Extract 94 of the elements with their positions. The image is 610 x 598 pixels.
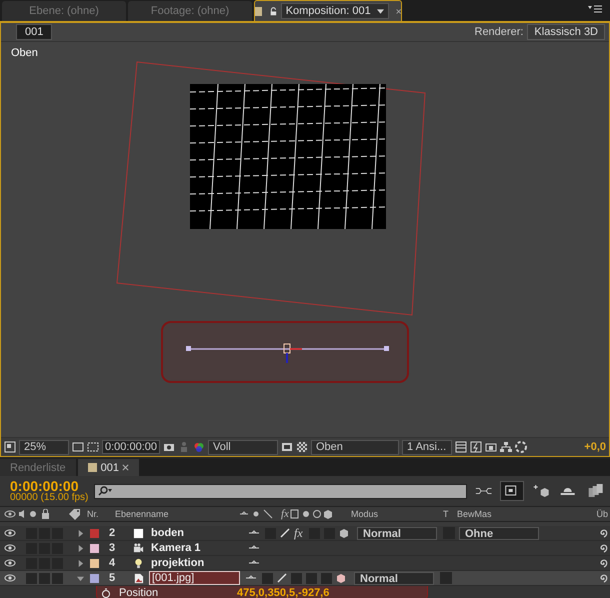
- region-icon[interactable]: [281, 441, 293, 453]
- flowchart-icon[interactable]: [485, 441, 497, 453]
- checkerboard-icon[interactable]: [296, 441, 308, 453]
- safe-zone-icon[interactable]: [72, 441, 84, 453]
- preview-icon[interactable]: [4, 441, 16, 453]
- collapsed-arrow-icon[interactable]: [77, 530, 84, 536]
- property-row[interactable]: Position 475,0,350,5,-927,6: [96, 586, 428, 598]
- layer-number: 3: [109, 542, 116, 554]
- panel-menu-icon[interactable]: [588, 5, 602, 13]
- lock-toggle[interactable]: [52, 572, 63, 584]
- timeline-tab[interactable]: 001: [78, 459, 139, 476]
- blend-mode-dropdown[interactable]: Normal: [354, 572, 434, 584]
- shy-icon[interactable]: [249, 545, 259, 551]
- hierarchy-icon[interactable]: [500, 441, 512, 453]
- solo-toggle[interactable]: [39, 572, 50, 584]
- shy-icon[interactable]: [249, 530, 259, 536]
- column-header[interactable]: BewMas: [456, 509, 543, 519]
- effect-toggle[interactable]: [291, 572, 302, 584]
- color-channels-icon[interactable]: [193, 441, 205, 453]
- adjustment-toggle[interactable]: [321, 572, 332, 584]
- layer-row[interactable]: 2 boden fx Normal Ohne: [0, 526, 610, 541]
- column-header[interactable]: Modus: [350, 509, 443, 519]
- camera-icon[interactable]: [163, 441, 175, 453]
- layer-name[interactable]: Kamera 1: [149, 542, 243, 554]
- exposure-value[interactable]: +0,0: [584, 441, 606, 453]
- layer-name[interactable]: boden: [149, 527, 243, 539]
- fast-preview-icon[interactable]: [470, 441, 482, 453]
- close-icon[interactable]: [396, 8, 401, 14]
- collapsed-arrow-icon[interactable]: [77, 560, 84, 566]
- av-features-icon: [4, 509, 52, 519]
- quality-icon[interactable]: [280, 528, 290, 538]
- eye-icon[interactable]: [4, 544, 16, 552]
- view-dropdown[interactable]: Oben: [311, 440, 399, 454]
- layer-row[interactable]: 5 [001.jpg] Normal: [0, 571, 610, 586]
- label-color-swatch[interactable]: [90, 528, 99, 538]
- column-header[interactable]: Üb: [596, 509, 610, 519]
- layer-number: 4: [109, 557, 116, 569]
- motion-blur-toggle[interactable]: [306, 572, 317, 584]
- transparency-grid-icon[interactable]: [87, 441, 99, 453]
- current-time-field[interactable]: 0:00:00:00: [102, 440, 160, 454]
- stopwatch-icon[interactable]: [101, 588, 111, 598]
- layer-row[interactable]: 3 Kamera 1: [0, 541, 610, 556]
- column-header[interactable]: Ebenenname: [115, 509, 245, 519]
- label-color-swatch[interactable]: [90, 558, 99, 568]
- renderer-label: Renderer:: [474, 26, 524, 38]
- layer-number: 2: [109, 527, 116, 539]
- camera-icon: [133, 542, 144, 554]
- preserve-transparency-toggle[interactable]: [440, 572, 452, 584]
- layer-name[interactable]: projektion: [149, 557, 243, 569]
- panel-tab[interactable]: Komposition: 001: [254, 0, 402, 21]
- collapsed-arrow-icon[interactable]: [77, 544, 84, 552]
- effect-toggle[interactable]: fx: [294, 526, 303, 540]
- timeline-icon[interactable]: [455, 441, 467, 453]
- 3d-layer-icon[interactable]: [336, 573, 346, 583]
- track-matte-dropdown[interactable]: Ohne: [459, 526, 539, 540]
- collapse-toggle[interactable]: [262, 572, 273, 584]
- eye-icon[interactable]: [4, 574, 16, 582]
- frame-count: 00000 (15.00 fps): [10, 493, 88, 503]
- column-header[interactable]: T: [442, 509, 457, 519]
- search-icon[interactable]: [98, 486, 112, 496]
- close-icon[interactable]: [122, 464, 129, 471]
- composition-name-field[interactable]: 001: [16, 24, 52, 40]
- shy-icon[interactable]: [249, 560, 259, 566]
- expanded-arrow-icon[interactable]: [77, 574, 84, 582]
- column-header[interactable]: Nr.: [87, 509, 115, 519]
- quality-icon[interactable]: [277, 573, 287, 583]
- shutter-icon[interactable]: [515, 441, 527, 453]
- lock-icon[interactable]: [270, 6, 277, 16]
- eye-icon[interactable]: [4, 529, 16, 537]
- renderer-button[interactable]: Klassisch 3D: [527, 24, 605, 40]
- eye-icon[interactable]: [4, 559, 16, 567]
- layer-number: 5: [109, 572, 116, 584]
- zoom-dropdown[interactable]: 25%: [19, 440, 69, 454]
- search-field[interactable]: [94, 484, 467, 498]
- label-color-swatch[interactable]: [90, 544, 99, 552]
- 3d-layer-icon[interactable]: [338, 528, 349, 538]
- label-color-swatch[interactable]: [90, 574, 99, 582]
- solid-square-icon: [133, 528, 144, 538]
- blend-mode-dropdown[interactable]: Normal: [357, 526, 437, 540]
- resolution-dropdown[interactable]: Voll: [208, 440, 278, 454]
- property-value[interactable]: 475,0,350,5,-927,6: [237, 587, 330, 598]
- composition-icon: [255, 6, 262, 16]
- image-file-icon: [133, 572, 144, 584]
- dropdown-arrow-icon[interactable]: [376, 8, 384, 14]
- shy-icon[interactable]: [246, 575, 256, 581]
- views-layout-dropdown[interactable]: 1 Ansi...: [402, 440, 452, 454]
- audio-toggle[interactable]: [26, 572, 37, 584]
- layer-name[interactable]: [001.jpg]: [149, 571, 240, 585]
- view-label: Oben: [11, 47, 38, 59]
- property-name: Position: [119, 587, 160, 598]
- light-bulb-icon: [133, 558, 144, 568]
- effects-column-header[interactable]: fx: [281, 508, 289, 520]
- timecode[interactable]: 0:00:00:00: [10, 479, 88, 493]
- live-update-icon[interactable]: [500, 481, 524, 501]
